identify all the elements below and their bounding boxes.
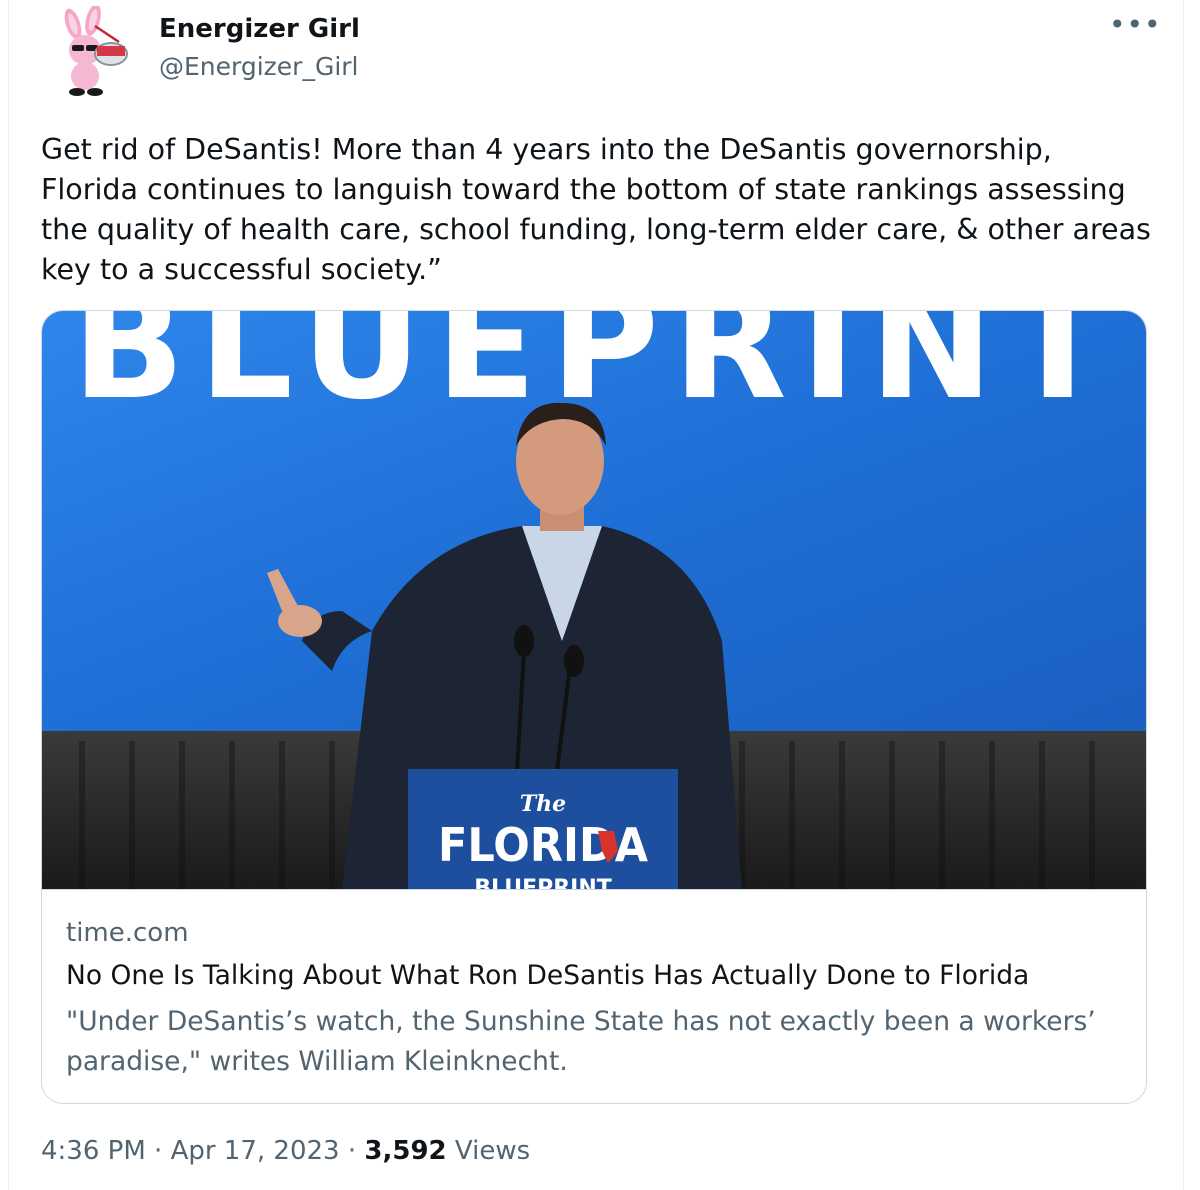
link-preview-card[interactable]: BLUEPRINT The FLORIDA BLUEPRINT time.com… <box>41 310 1147 1104</box>
tweet-time[interactable]: 4:36 PM <box>41 1136 146 1166</box>
card-domain: time.com <box>66 918 189 948</box>
author-handle[interactable]: @Energizer_Girl <box>159 52 359 81</box>
tweet-meta: 4:36 PM · Apr 17, 2023 · 3,592 Views <box>41 1136 530 1166</box>
views-count: 3,592 <box>364 1136 447 1166</box>
backdrop-text: BLUEPRINT <box>72 311 1122 433</box>
more-options-icon[interactable]: ••• <box>1109 10 1161 46</box>
meta-separator: · <box>145 1136 171 1166</box>
views-label: Views <box>454 1136 531 1166</box>
author-display-name[interactable]: Energizer Girl <box>159 14 360 44</box>
tweet-container: Energizer Girl @Energizer_Girl ••• Get r… <box>8 0 1184 1190</box>
podium-sub: BLUEPRINT <box>474 876 612 889</box>
podium-script: The <box>520 791 566 817</box>
meta-separator: · <box>339 1136 365 1166</box>
card-footer[interactable]: time.com No One Is Talking About What Ro… <box>42 889 1146 1103</box>
tweet-date[interactable]: Apr 17, 2023 <box>171 1136 340 1166</box>
card-image[interactable]: BLUEPRINT The FLORIDA BLUEPRINT <box>42 311 1147 889</box>
tweet-text: Get rid of DeSantis! More than 4 years i… <box>41 133 1151 286</box>
card-title: No One Is Talking About What Ron DeSanti… <box>66 960 1030 991</box>
podium: The FLORIDA BLUEPRINT <box>408 769 678 889</box>
pink-bunny-avatar-icon[interactable] <box>49 4 139 98</box>
podium-title: FLORIDA <box>438 818 648 872</box>
card-description: "Under DeSantis’s watch, the Sunshine St… <box>66 1006 1096 1077</box>
